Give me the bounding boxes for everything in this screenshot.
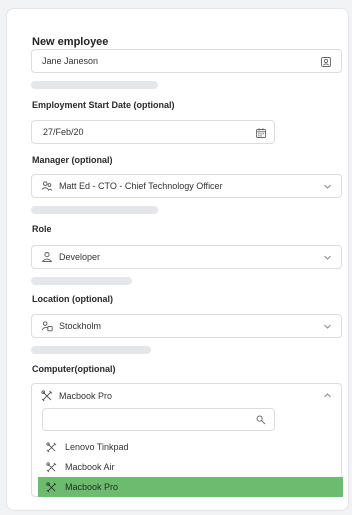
chevron-up-icon[interactable] bbox=[323, 391, 332, 400]
location-label: Location (optional) bbox=[32, 294, 113, 304]
chevron-down-icon[interactable] bbox=[323, 322, 332, 331]
computer-label: Computer(optional) bbox=[32, 364, 116, 374]
start-date-value: 27/Feb/20 bbox=[43, 127, 84, 137]
contact-card-icon bbox=[321, 57, 331, 67]
computer-option-label: Lenovo Tinkpad bbox=[65, 442, 129, 452]
form-title: New employee bbox=[32, 36, 109, 48]
people-icon bbox=[41, 181, 53, 191]
new-employee-card: New employee Jane Janeson Employment Sta… bbox=[6, 8, 349, 511]
computer-option-label: Macbook Air bbox=[65, 462, 115, 472]
name-helper-placeholder bbox=[31, 81, 158, 89]
manager-label: Manager (optional) bbox=[32, 155, 113, 165]
manager-helper-placeholder bbox=[31, 206, 158, 214]
tools-icon bbox=[41, 389, 53, 401]
computer-value: Macbook Pro bbox=[59, 390, 113, 401]
computer-select-header[interactable]: Macbook Pro bbox=[32, 384, 112, 407]
role-value: Developer bbox=[59, 252, 101, 262]
location-helper-placeholder bbox=[31, 346, 151, 354]
role-helper-placeholder bbox=[31, 277, 132, 285]
name-value: Jane Janeson bbox=[42, 56, 99, 66]
person-pin-icon bbox=[41, 321, 53, 332]
search-icon bbox=[256, 415, 266, 425]
tools-icon bbox=[46, 481, 57, 492]
chevron-down-icon[interactable] bbox=[323, 253, 332, 262]
name-field[interactable]: Jane Janeson bbox=[31, 49, 342, 73]
person-icon bbox=[41, 252, 53, 262]
manager-select[interactable]: Matt Ed - CTO - Chief Technology Officer bbox=[31, 174, 342, 198]
location-select[interactable]: Stockholm bbox=[31, 314, 342, 338]
tools-icon bbox=[46, 461, 57, 472]
tools-icon bbox=[46, 441, 57, 452]
computer-option[interactable]: Macbook Air bbox=[38, 457, 343, 477]
computer-search-input[interactable] bbox=[42, 408, 275, 431]
computer-option-label: Macbook Pro bbox=[65, 482, 119, 492]
manager-value: Matt Ed - CTO - Chief Technology Officer bbox=[59, 181, 223, 191]
role-label: Role bbox=[32, 224, 52, 234]
computer-option[interactable]: Lenovo Tinkpad bbox=[38, 437, 343, 457]
computer-option-selected[interactable]: Macbook Pro bbox=[38, 477, 343, 497]
start-date-label: Employment Start Date (optional) bbox=[32, 100, 175, 110]
role-select[interactable]: Developer bbox=[31, 245, 342, 269]
location-value: Stockholm bbox=[59, 321, 102, 331]
calendar-icon[interactable] bbox=[256, 128, 266, 138]
start-date-field[interactable]: 27/Feb/20 bbox=[31, 120, 275, 144]
chevron-down-icon[interactable] bbox=[323, 182, 332, 191]
